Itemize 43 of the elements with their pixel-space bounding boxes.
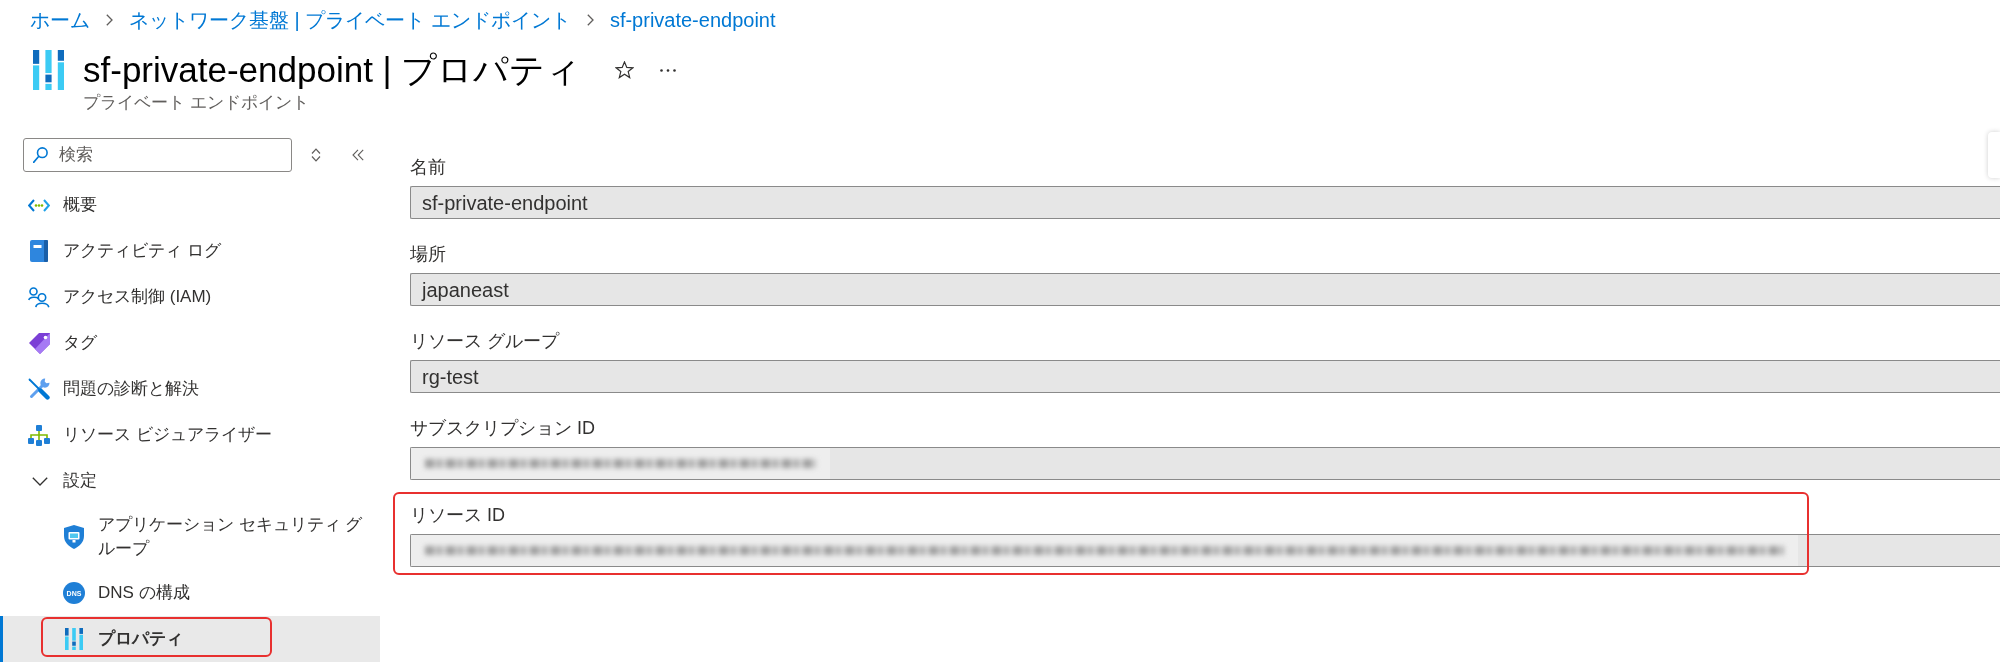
breadcrumb-link[interactable]: ネットワーク基盤 | プライベート エンドポイント xyxy=(129,5,571,35)
sidebar-item[interactable]: アクセス制御 (IAM) xyxy=(0,274,380,320)
tag-icon xyxy=(28,332,50,354)
more-icon xyxy=(660,68,677,72)
sidebar-item[interactable]: プロパティ xyxy=(0,616,380,662)
favorite-button[interactable] xyxy=(615,61,635,79)
wrench-screwdriver-icon xyxy=(28,378,50,400)
page-title: sf-private-endpoint | プロパティ xyxy=(83,48,582,91)
read-only-field[interactable]: japaneast xyxy=(410,273,2000,306)
read-only-field[interactable]: rg-test xyxy=(410,360,2000,393)
sidebar-item[interactable]: 問題の診断と解決 xyxy=(0,366,380,412)
double-chevron-left-icon xyxy=(352,149,364,161)
sidebar-item[interactable]: アプリケーション セキュリティ グループ xyxy=(0,504,380,570)
more-button[interactable] xyxy=(660,68,677,72)
chevron-right-icon xyxy=(106,14,113,26)
sidebar-group[interactable]: 設定 xyxy=(0,458,380,504)
read-only-field[interactable] xyxy=(410,534,2000,567)
search-icon xyxy=(33,147,48,163)
people-icon xyxy=(28,286,50,308)
shield-monitor-icon xyxy=(64,525,84,549)
up-down-chevron-icon xyxy=(311,148,321,162)
field-label: リソース ID xyxy=(410,504,505,527)
hierarchy-icon xyxy=(28,424,50,446)
breadcrumb-link[interactable]: sf-private-endpoint xyxy=(609,5,776,35)
field-label: サブスクリプション ID xyxy=(410,417,595,440)
field-label: リソース グループ xyxy=(410,330,559,353)
search-field[interactable]: 検索 xyxy=(23,138,292,172)
chevron-right-icon xyxy=(586,14,594,26)
field-label: 名前 xyxy=(410,156,446,179)
brackets-dots-icon xyxy=(28,198,50,212)
sidebar-item[interactable]: 概要 xyxy=(0,182,380,228)
breadcrumb-link[interactable]: ホーム xyxy=(30,5,90,35)
sidebar-item[interactable]: タグ xyxy=(0,320,380,366)
page-subtitle: プライベート エンドポイント xyxy=(83,92,309,114)
book-icon xyxy=(30,240,48,262)
read-only-field[interactable] xyxy=(410,447,2000,480)
vertical-bars-icon xyxy=(33,50,64,90)
read-only-field[interactable]: sf-private-endpoint xyxy=(410,186,2000,219)
star-icon xyxy=(615,61,635,79)
field-label: 場所 xyxy=(410,243,446,266)
vertical-bars-icon xyxy=(65,628,83,650)
sidebar-item[interactable]: リソース ビジュアライザー xyxy=(0,412,380,458)
sidebar-item[interactable]: アクティビティ ログ xyxy=(0,228,380,274)
